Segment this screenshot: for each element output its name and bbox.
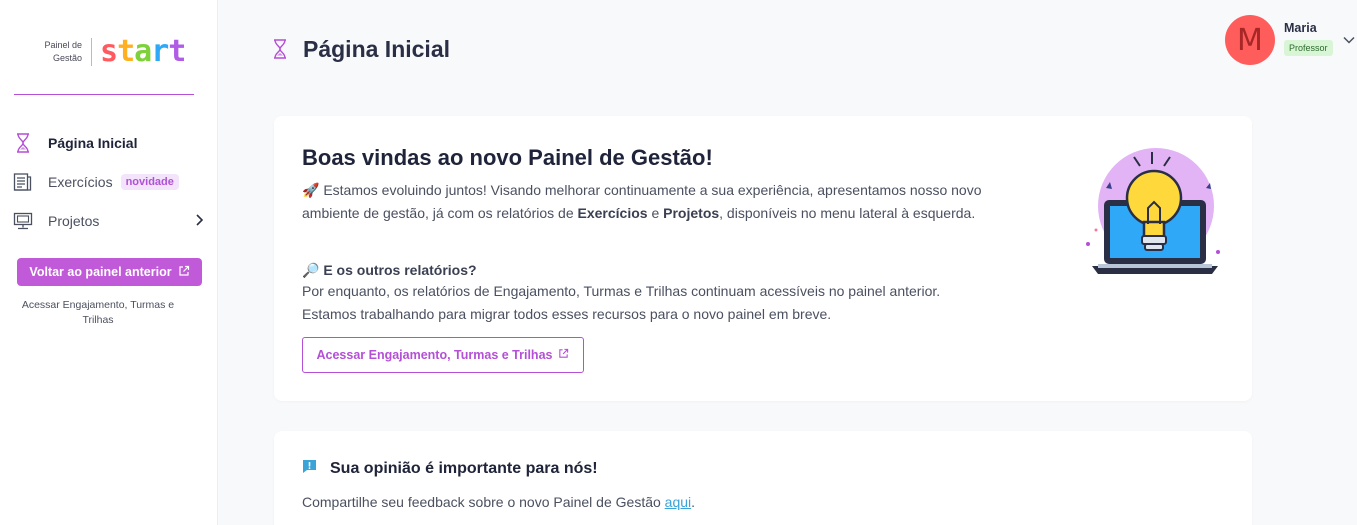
back-to-old-panel-button[interactable]: Voltar ao painel anterior <box>17 258 202 286</box>
sidebar-item-exercicios[interactable]: Exercícios novidade <box>12 170 208 194</box>
feedback-header: Sua opinião é importante para nós! <box>302 459 598 479</box>
logo[interactable]: Painel de Gestão start <box>40 34 186 69</box>
magnifier-icon: 🔎 <box>302 262 320 278</box>
chevron-right-icon <box>194 213 204 230</box>
rocket-icon: 🚀 <box>302 182 320 198</box>
lightbulb-laptop-illustration <box>1082 140 1222 280</box>
user-menu[interactable]: M Maria Professor <box>1225 15 1356 65</box>
feedback-text: Compartilhe seu feedback sobre o novo Pa… <box>302 494 696 510</box>
other-reports-paragraph: Por enquanto, os relatórios de Engajamen… <box>302 283 941 322</box>
feedback-icon <box>302 459 317 479</box>
page-header: Página Inicial <box>272 34 450 64</box>
sidebar-item-projetos[interactable]: Projetos <box>12 209 208 233</box>
access-old-reports-label: Acessar Engajamento, Turmas e Trilhas <box>316 348 553 362</box>
welcome-paragraph: 🚀 Estamos evoluindo juntos! Visando melh… <box>302 182 982 221</box>
feedback-card: Sua opinião é importante para nós! Compa… <box>274 431 1252 525</box>
sidebar-item-label: Projetos <box>48 213 100 229</box>
sidebar-item-label: Página Inicial <box>48 135 138 151</box>
sidebar-item-label: Exercícios <box>48 174 113 190</box>
user-name: Maria <box>1284 21 1317 35</box>
external-link-icon <box>558 348 569 362</box>
back-to-old-panel-label: Voltar ao painel anterior <box>29 265 172 279</box>
logo-divider <box>91 38 92 66</box>
feedback-link[interactable]: aqui <box>665 494 691 510</box>
welcome-card: Boas vindas ao novo Painel de Gestão! 🚀 … <box>274 116 1252 401</box>
logo-caption-line2: Gestão <box>52 53 82 63</box>
new-badge: novidade <box>120 174 179 190</box>
access-old-reports-button[interactable]: Acessar Engajamento, Turmas e Trilhas <box>302 337 584 373</box>
page-title: Página Inicial <box>303 35 450 62</box>
welcome-title: Boas vindas ao novo Painel de Gestão! <box>302 145 713 170</box>
logo-caption-line1: Painel de <box>44 40 82 50</box>
external-link-icon <box>178 265 190 280</box>
feedback-title: Sua opinião é importante para nós! <box>330 460 598 477</box>
user-info: Maria Professor <box>1284 21 1333 56</box>
role-badge: Professor <box>1284 40 1333 56</box>
monitor-icon <box>12 211 34 231</box>
sidebar: Painel de Gestão start Página Inicial Ex… <box>0 0 218 525</box>
hourglass-icon <box>272 38 290 60</box>
logo-caption: Painel de Gestão <box>40 39 82 65</box>
document-icon <box>12 172 34 192</box>
other-reports-title: 🔎 E os outros relatórios? <box>302 262 477 278</box>
sidebar-note: Acessar Engajamento, Turmas e Trilhas <box>21 299 175 326</box>
sidebar-item-pagina-inicial[interactable]: Página Inicial <box>12 131 208 155</box>
chevron-down-icon[interactable] <box>1342 32 1356 50</box>
sidebar-divider <box>14 94 194 95</box>
hourglass-icon <box>12 133 34 153</box>
avatar[interactable]: M <box>1225 15 1275 65</box>
logo-wordmark: start <box>100 34 186 69</box>
